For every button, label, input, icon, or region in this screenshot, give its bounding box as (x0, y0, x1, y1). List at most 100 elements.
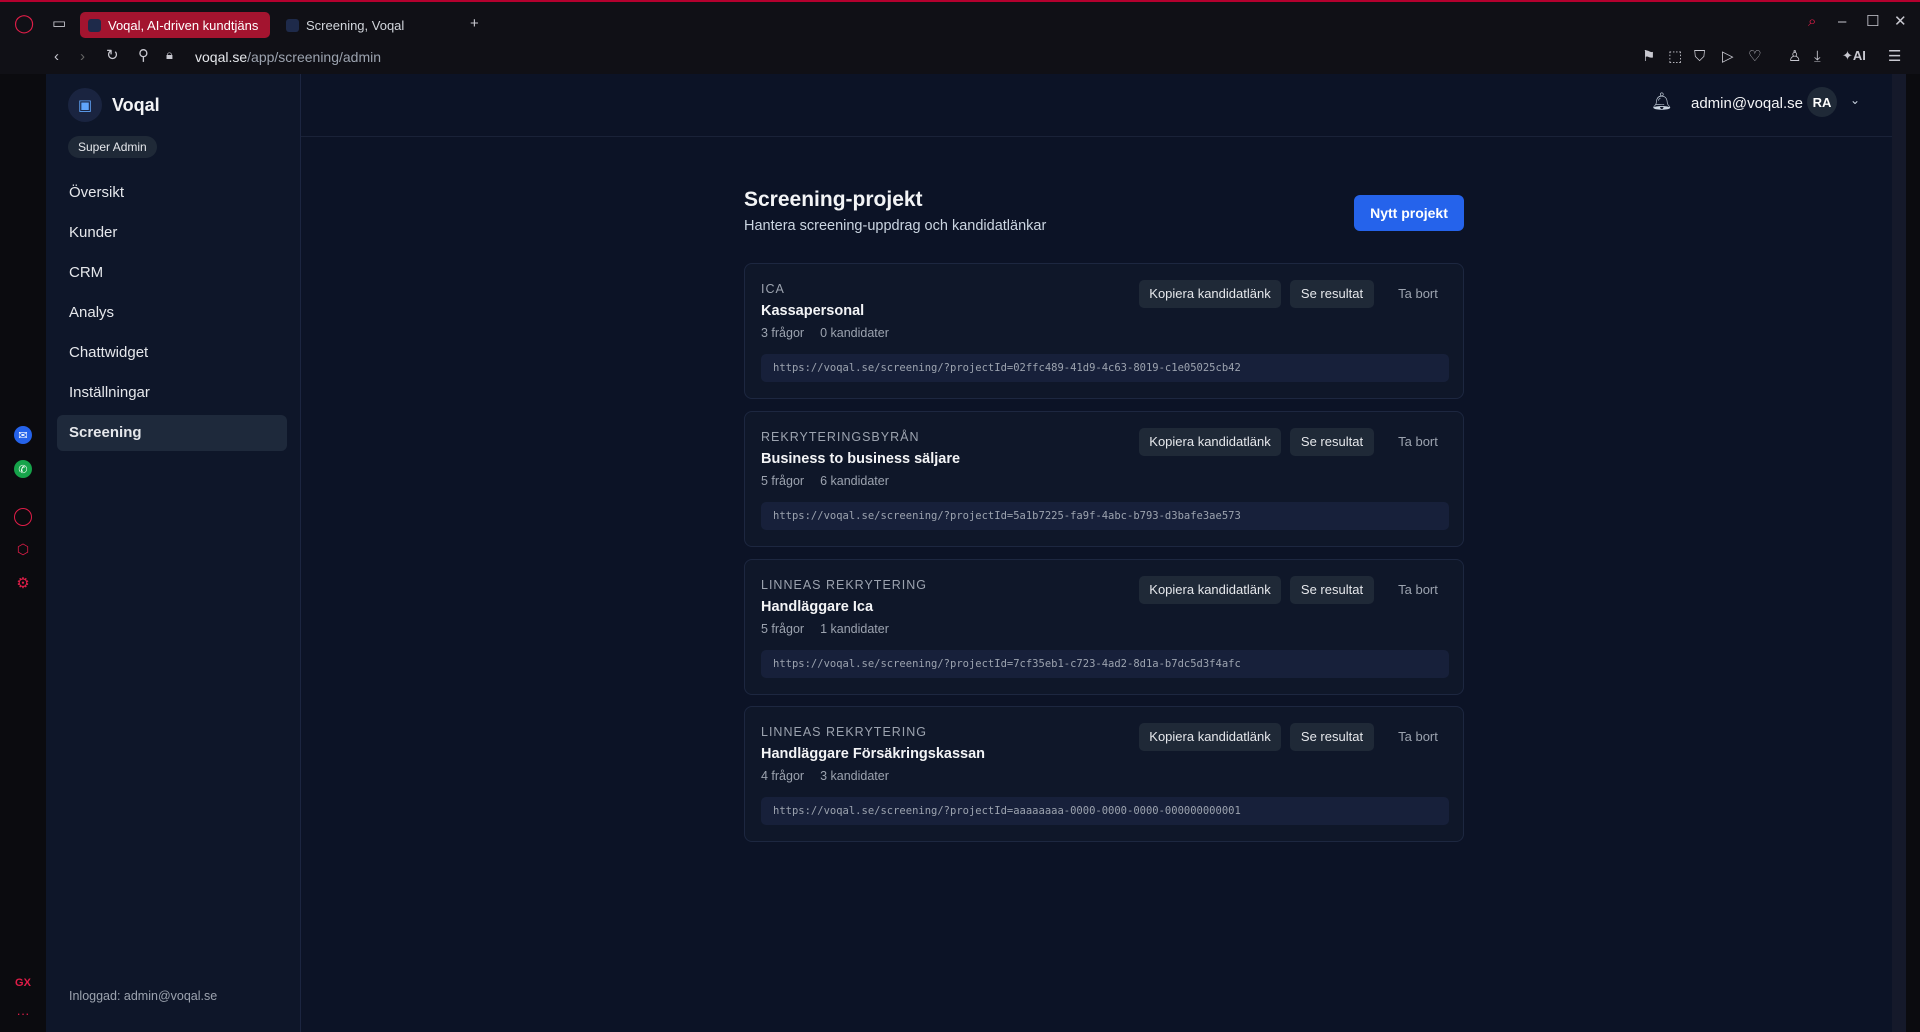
candidate-link[interactable]: https://voqal.se/screening/?projectId=aa… (761, 797, 1449, 825)
copy-link-button[interactable]: Kopiera kandidatlänk (1139, 723, 1281, 751)
question-count: 5 frågor (761, 474, 805, 488)
sidebar-item-analys[interactable]: Analys (57, 295, 287, 331)
sidebar-item-installningar[interactable]: Inställningar (57, 375, 287, 411)
copy-link-button[interactable]: Kopiera kandidatlänk (1139, 280, 1281, 308)
bell-icon[interactable]: 🔔︎ (1651, 92, 1673, 112)
bookmark-icon[interactable]: ⚑ (1642, 49, 1655, 64)
close-icon[interactable]: ✕ (1894, 14, 1907, 29)
question-count: 4 frågor (761, 769, 805, 783)
view-results-button[interactable]: Se resultat (1290, 723, 1374, 751)
delete-button[interactable]: Ta bort (1383, 280, 1453, 308)
url-host: voqal.se (195, 49, 248, 65)
project-client: LINNEAS REKRYTERING (761, 578, 928, 592)
copy-link-button[interactable]: Kopiera kandidatlänk (1139, 428, 1281, 456)
minimize-icon[interactable]: – (1838, 14, 1846, 29)
plus-icon[interactable]: + (470, 16, 479, 31)
page-subtitle: Hantera screening-uppdrag och kandidatlä… (744, 218, 1047, 234)
candidate-link[interactable]: https://voqal.se/screening/?projectId=02… (761, 354, 1449, 382)
url-path: /app/screening/admin (247, 49, 382, 65)
gx-icon[interactable]: GX (14, 974, 32, 992)
tab-label: Screening, Voqal (306, 17, 405, 33)
project-card: LINNEAS REKRYTERING Handläggare Ica 5 fr… (744, 559, 1464, 695)
view-results-button[interactable]: Se resultat (1290, 576, 1374, 604)
sidebar: ▣ Voqal Super Admin Översikt Kunder CRM … (46, 74, 301, 1032)
question-count: 3 frågor (761, 326, 805, 340)
app-header: 🔔︎ admin@voqal.se RA ⌄ (301, 74, 1906, 137)
sidebar-item-kunder[interactable]: Kunder (57, 215, 287, 251)
project-card: ICA Kassapersonal 3 frågor 0 kandidater … (744, 263, 1464, 399)
sidebar-item-crm[interactable]: CRM (57, 255, 287, 291)
back-icon[interactable]: ‹ (54, 49, 59, 64)
sidebar-item-chattwidget[interactable]: Chattwidget (57, 335, 287, 371)
avatar[interactable]: RA (1807, 87, 1837, 117)
messenger-icon[interactable]: ✉ (14, 426, 32, 444)
forward-icon[interactable]: › (80, 49, 85, 64)
project-meta: 4 frågor 3 kandidater (761, 769, 889, 783)
delete-button[interactable]: Ta bort (1383, 576, 1453, 604)
tab-label: Voqal, AI-driven kundtjäns (108, 17, 259, 33)
voqal-favicon-icon (286, 18, 299, 32)
maximize-icon[interactable]: ☐ (1866, 14, 1879, 29)
candidate-count: 1 kandidater (820, 622, 889, 636)
view-results-button[interactable]: Se resultat (1290, 280, 1374, 308)
snapshot-icon[interactable]: ⬚ (1668, 49, 1682, 64)
address-bar[interactable]: voqal.se/app/screening/admin (195, 49, 381, 65)
reload-icon[interactable]: ↻ (106, 48, 119, 63)
search-icon[interactable]: ⌕ (1808, 14, 1816, 29)
question-count: 5 frågor (761, 622, 805, 636)
candidate-link[interactable]: https://voqal.se/screening/?projectId=7c… (761, 650, 1449, 678)
tab-voqal-kundtjanst[interactable]: Voqal, AI-driven kundtjäns (80, 12, 270, 38)
opera-sidebar: ✉ ✆ ⬡ ⚙ GX ··· (0, 74, 46, 1032)
app-window: ▣ Voqal Super Admin Översikt Kunder CRM … (46, 74, 1906, 1032)
sidebar-item-oversikt[interactable]: Översikt (57, 175, 287, 211)
brand-name: Voqal (112, 95, 160, 115)
sidebar-item-screening[interactable]: Screening (57, 415, 287, 451)
candidate-count: 3 kandidater (820, 769, 889, 783)
site-settings-icon[interactable]: ⚲ (138, 48, 149, 63)
whatsapp-icon[interactable]: ✆ (14, 460, 32, 478)
voqal-favicon-icon (88, 18, 101, 32)
page-title: Screening-projekt (744, 188, 923, 211)
more-icon[interactable]: ··· (14, 1004, 32, 1022)
new-project-button[interactable]: Nytt projekt (1354, 195, 1464, 231)
settings-gear-icon[interactable]: ⚙ (14, 574, 32, 592)
shield-icon[interactable]: ⛉ (1694, 49, 1705, 64)
tab-screening[interactable]: Screening, Voqal (278, 12, 458, 38)
delete-button[interactable]: Ta bort (1383, 723, 1453, 751)
view-results-button[interactable]: Se resultat (1290, 428, 1374, 456)
easy-setup-icon[interactable]: ☰ (1888, 49, 1901, 64)
heart-icon[interactable]: ♡ (1748, 49, 1761, 64)
user-email[interactable]: admin@voqal.se (1691, 95, 1803, 112)
play-icon[interactable]: ▷ (1722, 49, 1734, 64)
logged-in-text: Inloggad: admin@voqal.se (69, 989, 218, 1003)
candidate-link[interactable]: https://voqal.se/screening/?projectId=5a… (761, 502, 1449, 530)
project-client: LINNEAS REKRYTERING (761, 725, 928, 739)
opera-logo-icon[interactable]: ◯ (14, 14, 34, 32)
project-meta: 5 frågor 6 kandidater (761, 474, 889, 488)
candidate-count: 0 kandidater (820, 326, 889, 340)
chevron-down-icon[interactable]: ⌄ (1850, 93, 1860, 107)
extensions-icon[interactable]: ⬡ (14, 540, 32, 558)
tab-islands-icon[interactable]: ▭ (52, 16, 66, 31)
project-name: Handläggare Försäkringskassan (761, 746, 986, 762)
history-icon[interactable] (14, 508, 32, 526)
copy-link-button[interactable]: Kopiera kandidatlänk (1139, 576, 1281, 604)
project-name: Handläggare Ica (761, 599, 874, 615)
project-meta: 5 frågor 1 kandidater (761, 622, 889, 636)
project-client: ICA (761, 282, 785, 296)
lock-icon: 🔒︎ (166, 47, 173, 62)
profile-icon[interactable]: ♙ (1788, 49, 1801, 64)
project-card: REKRYTERINGSBYRÅN Business to business s… (744, 411, 1464, 547)
project-name: Business to business säljare (761, 451, 961, 467)
project-client: REKRYTERINGSBYRÅN (761, 430, 920, 444)
project-name: Kassapersonal (761, 303, 865, 319)
download-icon[interactable]: ⤓ (1814, 49, 1821, 64)
aria-ai-icon[interactable]: ✦AI (1842, 49, 1866, 62)
delete-button[interactable]: Ta bort (1383, 428, 1453, 456)
bot-logo-icon: ▣ (68, 88, 102, 122)
browser-toolbar: ◯ ▭ Voqal, AI-driven kundtjäns Screening… (0, 0, 1920, 74)
scrollbar[interactable] (1892, 74, 1906, 1032)
project-meta: 3 frågor 0 kandidater (761, 326, 889, 340)
role-badge: Super Admin (68, 136, 157, 158)
project-card: LINNEAS REKRYTERING Handläggare Försäkri… (744, 706, 1464, 842)
